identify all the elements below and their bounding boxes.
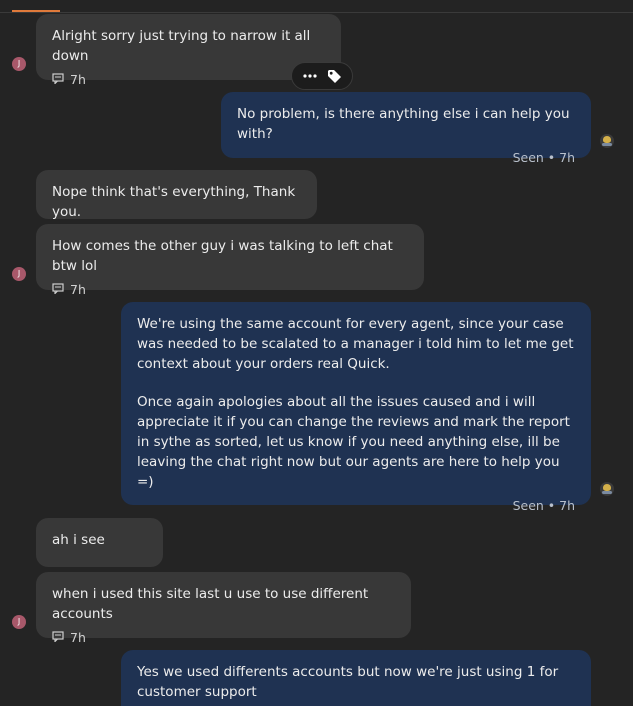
message-outgoing[interactable]: No problem, is there anything else i can… <box>221 92 591 165</box>
message-incoming[interactable]: Nope think that's everything, Thank you. <box>36 170 317 220</box>
message-text: ah i see <box>52 532 105 548</box>
message-time: 7h <box>70 282 86 297</box>
message-paragraph: Once again apologies about all the issue… <box>137 394 570 490</box>
message-text: Yes we used differents accounts but now … <box>137 664 559 700</box>
more-options-icon[interactable] <box>299 65 321 87</box>
reply-count-icon[interactable] <box>52 280 64 300</box>
message-time: 7h <box>70 630 86 645</box>
agent-avatar-icon[interactable] <box>600 482 614 496</box>
message-time: 7h <box>70 72 86 87</box>
message-incoming[interactable]: ah i see <box>36 518 163 567</box>
message-text: Nope think that's everything, Thank you. <box>52 184 296 220</box>
message-meta: 7h <box>52 628 395 648</box>
message-paragraph: We're using the same account for every a… <box>137 316 574 372</box>
avatar[interactable]: J <box>12 57 26 71</box>
avatar[interactable]: J <box>12 267 26 281</box>
message-toolbar <box>291 62 353 90</box>
message-status: Seen • 7h <box>512 498 575 513</box>
message-meta: 7h <box>52 280 408 300</box>
message-text: Alright sorry just trying to narrow it a… <box>52 28 311 64</box>
message-outgoing[interactable]: We're using the same account for every a… <box>121 302 591 513</box>
message-status: Seen • 7h <box>512 150 575 165</box>
message-incoming[interactable]: when i used this site last u use to use … <box>36 572 411 645</box>
agent-avatar-icon[interactable] <box>600 134 614 148</box>
active-tab-indicator <box>12 10 60 12</box>
message-text: when i used this site last u use to use … <box>52 586 369 622</box>
message-meta: 7h <box>52 70 325 90</box>
message-text: No problem, is there anything else i can… <box>237 106 570 142</box>
reply-count-icon[interactable] <box>52 628 64 648</box>
message-text: How comes the other guy i was talking to… <box>52 238 393 274</box>
message-outgoing[interactable]: Yes we used differents accounts but now … <box>121 650 591 706</box>
avatar[interactable]: J <box>12 615 26 629</box>
reply-count-icon[interactable] <box>52 70 64 90</box>
message-incoming[interactable]: How comes the other guy i was talking to… <box>36 224 424 297</box>
header-divider <box>0 12 633 13</box>
tag-icon[interactable] <box>323 65 345 87</box>
